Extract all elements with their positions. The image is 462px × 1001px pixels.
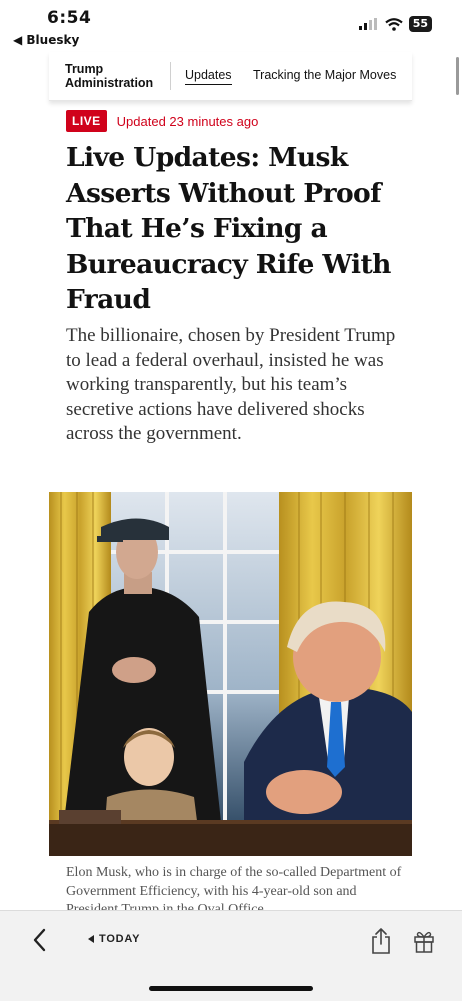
bottom-toolbar: TODAY [0, 910, 462, 1001]
live-badge: LIVE [66, 110, 107, 132]
back-to-app-link[interactable]: ◀ Bluesky [13, 33, 79, 47]
status-icons: 55 [358, 16, 432, 32]
scroll-indicator [456, 57, 459, 95]
gift-article-button[interactable] [413, 928, 435, 954]
tab-updates[interactable]: Updates [185, 68, 232, 85]
back-button[interactable] [30, 927, 50, 953]
wifi-icon [384, 17, 403, 31]
today-label: TODAY [99, 933, 141, 945]
nav-divider [170, 62, 171, 90]
triangle-left-icon [88, 935, 94, 943]
share-icon [372, 928, 390, 954]
live-status-row: LIVE Updated 23 minutes ago [66, 110, 258, 132]
article-photo[interactable] [49, 492, 412, 856]
updated-timestamp: Updated 23 minutes ago [116, 113, 259, 129]
status-time: 6:54 [47, 8, 92, 28]
home-indicator [149, 986, 313, 991]
chevron-left-icon [33, 928, 46, 952]
cellular-signal-icon [358, 18, 377, 30]
tab-tracking-major-moves[interactable]: Tracking the Major Moves [253, 68, 396, 82]
section-name-line1: Trump [65, 62, 104, 76]
section-nav-bar: Trump Administration Updates Tracking th… [49, 52, 412, 101]
share-button[interactable] [370, 927, 392, 955]
oval-office-photo-illustration [49, 492, 412, 856]
section-name-line2: Administration [65, 76, 154, 90]
battery-indicator: 55 [408, 16, 432, 32]
article-headline: Live Updates: Musk Asserts Without Proof… [66, 142, 391, 315]
section-name[interactable]: Trump Administration [65, 62, 153, 90]
today-button[interactable]: TODAY [88, 933, 140, 945]
article-summary: The billionaire, chosen by President Tru… [66, 325, 396, 444]
status-bar: 6:54 ◀ Bluesky 55 [0, 0, 462, 50]
gift-icon [414, 931, 434, 953]
